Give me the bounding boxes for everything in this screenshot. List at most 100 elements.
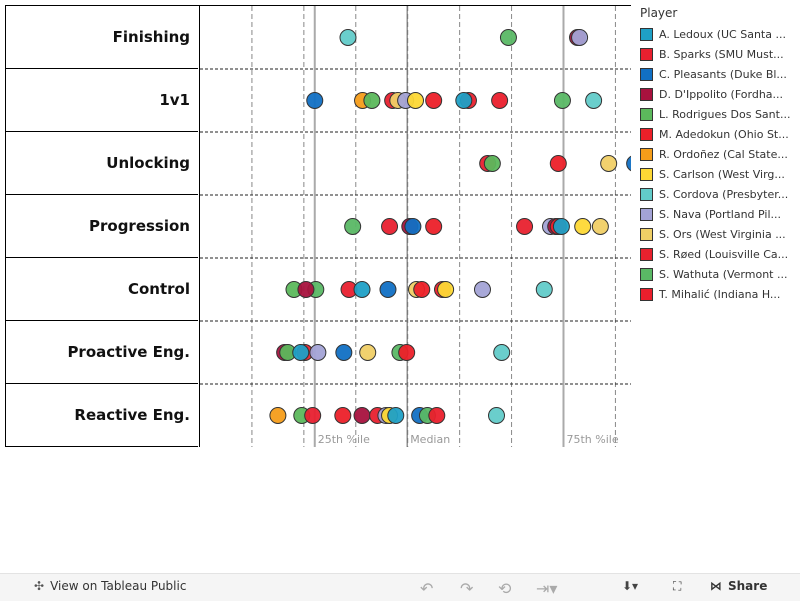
legend-swatch [640, 167, 653, 181]
player-dot [387, 407, 405, 424]
player-dot [571, 29, 589, 46]
legend-swatch [640, 27, 653, 41]
legend-label: A. Ledoux (UC Santa ... [659, 27, 786, 41]
legend-swatch [640, 267, 653, 281]
player-dot [488, 407, 506, 424]
reference-label: Median [410, 433, 450, 446]
revert-icon[interactable]: ⟲ [498, 579, 511, 598]
player-dot [407, 92, 424, 109]
player-dot [353, 281, 371, 298]
player-dot [516, 218, 534, 235]
legend-item[interactable]: S. Carlson (West Virg... [640, 164, 800, 184]
legend-swatch [640, 147, 653, 161]
refresh-icon[interactable]: ⇥▾ [536, 579, 557, 598]
fullscreen-icon[interactable]: ⛶ [673, 579, 681, 594]
row-label: 1v1 [6, 69, 198, 132]
legend-swatch [640, 287, 653, 301]
player-dot [473, 281, 491, 298]
player-dot [626, 155, 631, 172]
player-dot [574, 218, 592, 235]
legend-item[interactable]: S. Wathuta (Vermont ... [640, 264, 800, 284]
player-dot [309, 344, 327, 361]
player-dot [499, 29, 517, 46]
reference-label: 75th %ile [566, 433, 618, 446]
legend-label: R. Ordoñez (Cal State... [659, 147, 788, 161]
legend-swatch [640, 47, 653, 61]
player-dot [437, 281, 455, 298]
legend-item[interactable]: T. Mihalić (Indiana H... [640, 284, 800, 304]
legend-label: S. Ors (West Virginia ... [659, 227, 786, 241]
legend-item[interactable]: S. Cordova (Presbyter... [640, 184, 800, 204]
player-dot [483, 155, 501, 172]
legend-item[interactable]: L. Rodrigues Dos Sant... [640, 104, 800, 124]
legend-item[interactable]: D. D'Ippolito (Fordha... [640, 84, 800, 104]
legend: Player A. Ledoux (UC Santa ... B. Sparks … [640, 6, 800, 304]
tableau-icon: ✣ [34, 579, 45, 593]
player-dot [404, 218, 422, 235]
player-dot [425, 218, 443, 235]
row-label: Progression [6, 195, 198, 258]
legend-item[interactable]: M. Adedokun (Ohio St... [640, 124, 800, 144]
player-dot [553, 92, 571, 109]
row-label: Finishing [6, 6, 198, 69]
player-dot [381, 218, 399, 235]
legend-swatch [640, 187, 653, 201]
row-label: Unlocking [6, 132, 198, 195]
player-dot [353, 407, 371, 424]
player-dot [359, 344, 377, 361]
legend-label: S. Cordova (Presbyter... [659, 187, 789, 201]
player-dot [339, 29, 357, 46]
player-dot [335, 344, 353, 361]
legend-label: S. Carlson (West Virg... [659, 167, 785, 181]
plot-area: 25th %ile Median 75th %ile [199, 5, 631, 447]
legend-label: L. Rodrigues Dos Sant... [659, 107, 791, 121]
row-labels: Finishing 1v1 Unlocking Progression Control P… [5, 5, 200, 447]
download-icon[interactable]: ⬇▾ [622, 579, 638, 593]
player-dot [493, 344, 511, 361]
legend-item[interactable]: S. Nava (Portland Pil... [640, 204, 800, 224]
legend-label: B. Sparks (SMU Must... [659, 47, 784, 61]
legend-label: M. Adedokun (Ohio St... [659, 127, 789, 141]
player-dot [292, 344, 310, 361]
legend-label: S. Nava (Portland Pil... [659, 207, 782, 221]
undo-icon[interactable]: ↶ [420, 579, 433, 598]
share-button[interactable]: ⋈ Share [710, 579, 767, 593]
reference-label: 25th %ile [318, 433, 370, 446]
player-dot [585, 92, 603, 109]
view-on-tableau-button[interactable]: ✣ View on Tableau Public [34, 579, 186, 593]
player-dot [549, 155, 567, 172]
dot-plot: 25th %ile Median 75th %ile [200, 6, 631, 447]
player-dot [413, 281, 431, 298]
row-label: Control [6, 258, 198, 321]
player-dot [425, 92, 443, 109]
legend-swatch [640, 127, 653, 141]
player-dot [535, 281, 553, 298]
player-dot [304, 407, 322, 424]
player-dot [297, 281, 315, 298]
legend-item[interactable]: A. Ledoux (UC Santa ... [640, 24, 800, 44]
legend-swatch [640, 87, 653, 101]
player-dot [591, 218, 609, 235]
share-icon: ⋈ [710, 579, 722, 593]
row-label: Proactive Eng. [6, 321, 198, 384]
player-dot [363, 92, 381, 109]
legend-item[interactable]: C. Pleasants (Duke Bl... [640, 64, 800, 84]
redo-icon[interactable]: ↷ [460, 579, 473, 598]
legend-label: D. D'Ippolito (Fordha... [659, 87, 784, 101]
legend-item[interactable]: S. Ors (West Virginia ... [640, 224, 800, 244]
player-dot [428, 407, 446, 424]
legend-item[interactable]: S. Røed (Louisville Ca... [640, 244, 800, 264]
player-dot [455, 92, 473, 109]
legend-item[interactable]: B. Sparks (SMU Must... [640, 44, 800, 64]
legend-swatch [640, 107, 653, 121]
legend-swatch [640, 247, 653, 261]
player-dot [269, 407, 287, 424]
legend-item[interactable]: R. Ordoñez (Cal State... [640, 144, 800, 164]
player-dot [398, 344, 416, 361]
legend-label: C. Pleasants (Duke Bl... [659, 67, 787, 81]
player-dot [334, 407, 352, 424]
view-on-tableau-label: View on Tableau Public [50, 579, 187, 593]
legend-swatch [640, 227, 653, 241]
footer-toolbar: ✣ View on Tableau Public ↶ ↷ ⟲ ⇥▾ ⬇▾ ⛶ ⋈… [0, 573, 800, 601]
player-dot [552, 218, 570, 235]
